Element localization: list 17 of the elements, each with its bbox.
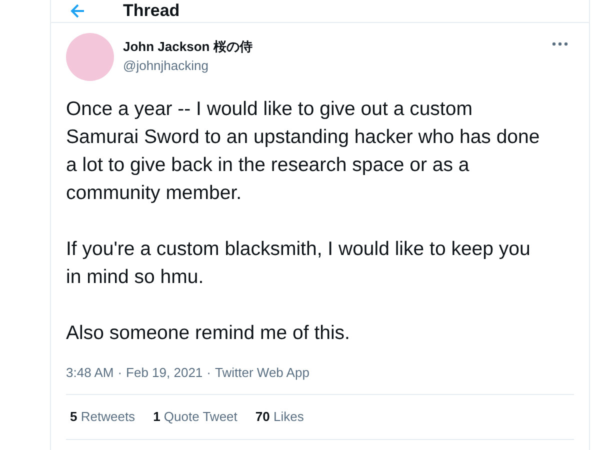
tweet-source[interactable]: Twitter Web App — [215, 365, 310, 380]
separator-dot: · — [206, 365, 212, 380]
tweet-paragraph: Once a year -- I would like to give out a custom Samurai Sword to an upstanding hacker who has done a lot to give back in the research space or as a community member. — [66, 97, 541, 206]
tweet-time[interactable]: 3:48 AM — [66, 365, 114, 380]
tweet-paragraph: Also someone remind me of this. — [66, 321, 351, 346]
stat-link[interactable]: 70 Likes — [255, 409, 304, 424]
author-name[interactable]: John Jackson 桜の侍 — [123, 38, 252, 56]
author-handle[interactable]: @johnjhacking — [123, 58, 252, 73]
separator-dot: · — [118, 365, 122, 380]
stat-link[interactable]: 1 Quote Tweet — [153, 409, 238, 424]
page-title: Thread — [123, 1, 180, 21]
more-options-icon[interactable] — [552, 41, 568, 47]
avatar[interactable] — [66, 33, 114, 81]
stat-link[interactable]: 5 Retweets — [70, 409, 136, 424]
tweet-date[interactable]: Feb 19, 2021 — [126, 365, 203, 380]
back-arrow-icon[interactable] — [69, 3, 85, 19]
tweet-paragraph: If you're a custom blacksmith, I would like to keep you in mind so hmu. — [66, 237, 532, 290]
